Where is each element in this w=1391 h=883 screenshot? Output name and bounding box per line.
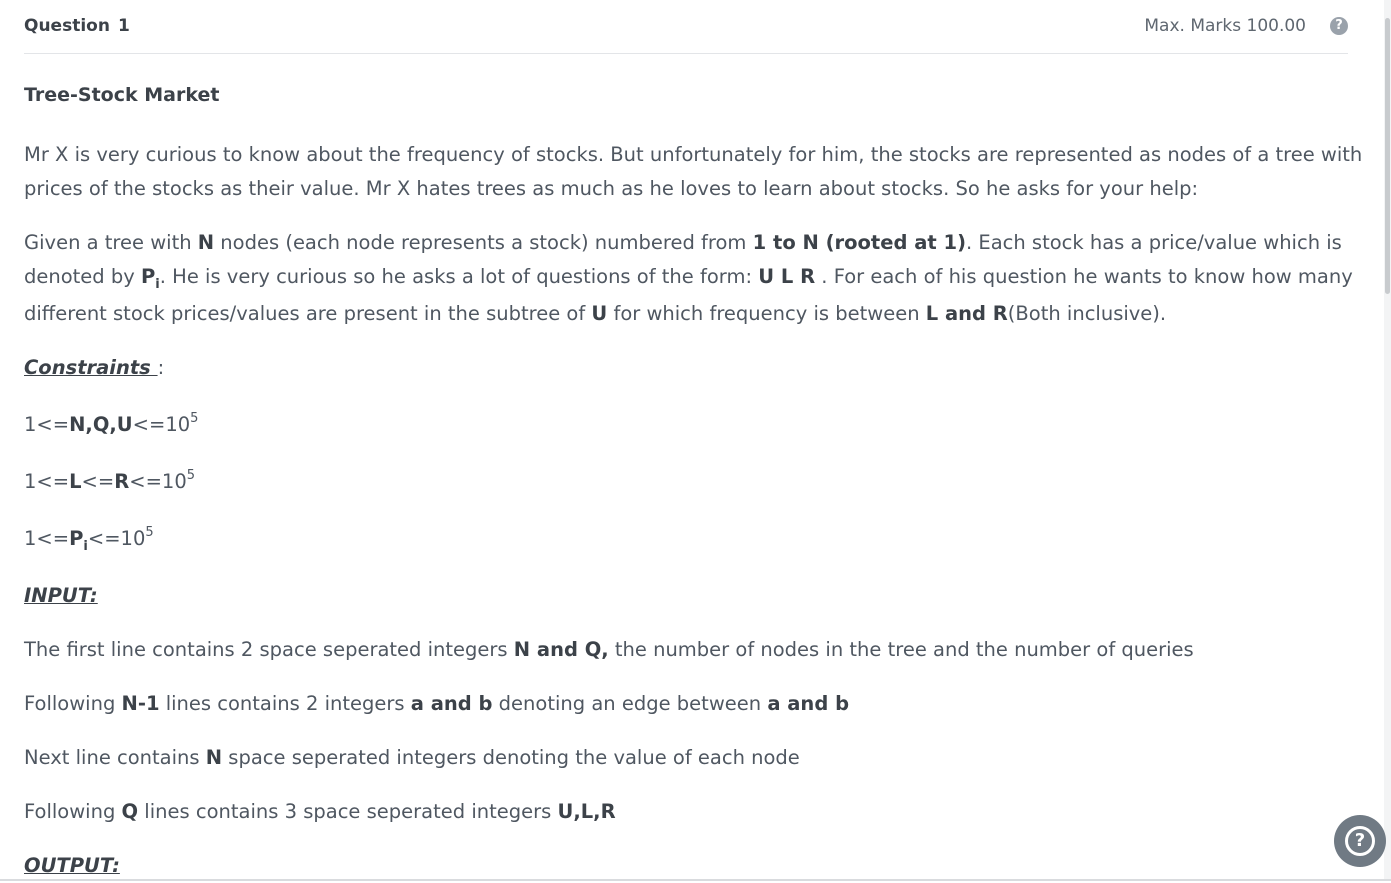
output-heading: OUTPUT: [24,854,120,877]
max-marks: Max. Marks 100.00 [1144,15,1306,36]
constraints-heading: Constraints : [24,356,165,379]
help-icon[interactable]: ? [1330,16,1348,35]
description-line-3: different stock prices/values are presen… [24,302,1167,325]
constraint-3: 1<=Pi<=105 [24,525,154,554]
description-line-1: Given a tree with N nodes (each node rep… [24,231,1342,254]
question-label: Question [24,15,110,36]
help-fab-button[interactable]: ? [1334,815,1386,867]
intro-line-1: Mr X is very curious to know about the f… [24,143,1363,166]
input-heading: INPUT: [24,584,98,607]
input-line-3: Next line contains N space seperated int… [24,746,800,769]
constraint-2: 1<=L<=R<=105 [24,468,196,493]
description-line-2: denoted by Pi. He is very curious so he … [24,265,1353,292]
input-line-1: The first line contains 2 space seperate… [24,638,1194,661]
intro-line-2: prices of the stocks as their value. Mr … [24,177,1199,200]
marks-area: Max. Marks 100.00 ? [1144,16,1348,36]
question-title: Question 1 [24,16,130,36]
scrollbar[interactable] [1384,0,1391,881]
scrollbar-thumb[interactable] [1385,18,1390,294]
question-mark-icon: ? [1345,826,1375,856]
constraint-1: 1<=N,Q,U<=105 [24,411,199,436]
question-number: 1 [117,15,130,36]
question-panel: Question 1 Max. Marks 100.00 ? Tree-Stock… [24,0,1362,877]
question-header: Question 1 Max. Marks 100.00 ? [24,0,1348,54]
input-line-4: Following Q lines contains 3 space seper… [24,800,616,823]
problem-title: Tree-Stock Market [24,84,220,106]
input-line-2: Following N-1 lines contains 2 integers … [24,692,850,715]
